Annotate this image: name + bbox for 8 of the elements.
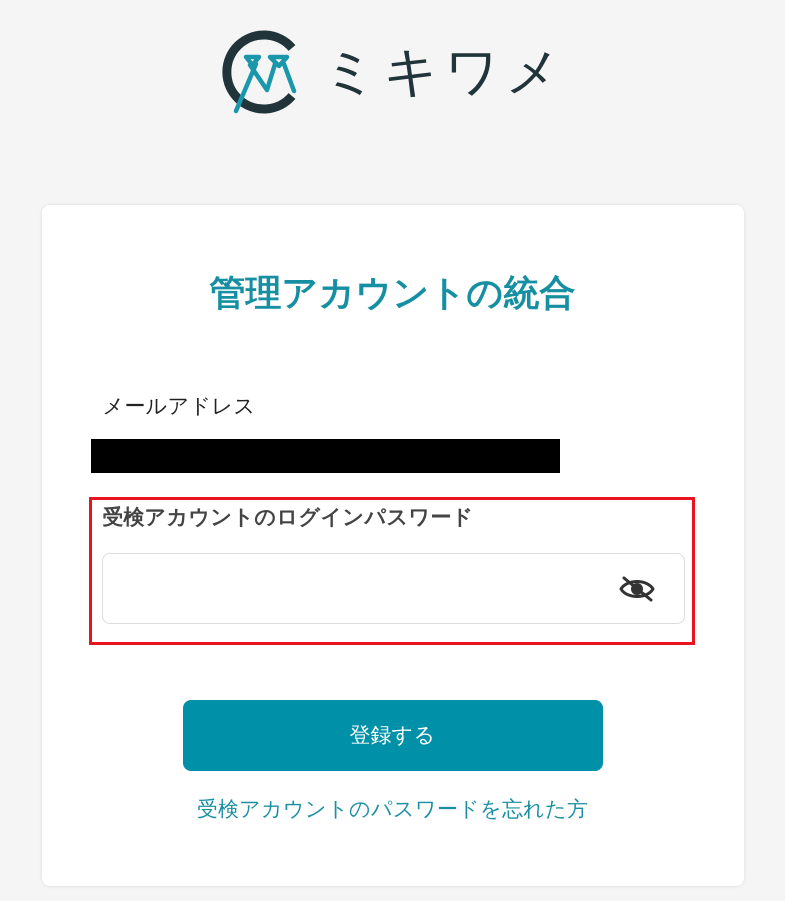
forgot-password-link[interactable]: 受検アカウントのパスワードを忘れた方 xyxy=(197,795,588,825)
password-label: 受検アカウントのログインパスワード xyxy=(102,505,474,531)
submit-button[interactable]: 登録する xyxy=(182,700,602,771)
logo-text: ミキワメ xyxy=(322,45,566,99)
eye-slash-icon[interactable] xyxy=(618,576,656,602)
page-title: 管理アカウントの統合 xyxy=(208,271,576,314)
password-field[interactable] xyxy=(102,553,684,624)
email-label: メールアドレス xyxy=(102,394,256,420)
